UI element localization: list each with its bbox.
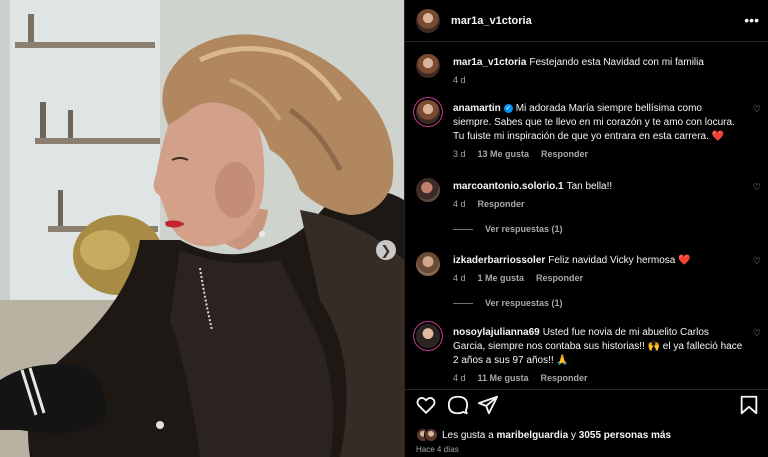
- comment-time[interactable]: 4 d: [453, 371, 466, 385]
- more-horizontal-icon[interactable]: •••: [744, 12, 759, 28]
- like-comment-heart-icon[interactable]: ♡: [753, 104, 761, 115]
- comment-item: izkaderbarriossoler Feliz navidad Vicky h…: [416, 252, 761, 288]
- view-replies-button[interactable]: Ver respuestas (1): [453, 298, 563, 308]
- comment-time[interactable]: 4 d: [453, 271, 466, 285]
- liker-avatar: [424, 428, 438, 442]
- like-comment-heart-icon[interactable]: ♡: [753, 256, 761, 267]
- view-replies-label: Ver respuestas (1): [485, 224, 563, 234]
- commenter-avatar[interactable]: [416, 178, 440, 202]
- reply-button[interactable]: Responder: [541, 147, 588, 161]
- instagram-post-view: ❯ mar1a_v1ctoria ••• mar1a_v1ctoria Feste…: [0, 0, 768, 457]
- comment-text: Feliz navidad Vicky hermosa: [548, 255, 676, 266]
- commenter-avatar[interactable]: [416, 252, 440, 276]
- likes-count[interactable]: 3055 personas más: [579, 430, 671, 441]
- comment-username[interactable]: izkaderbarriossoler: [453, 255, 545, 266]
- bookmark-icon[interactable]: [738, 394, 760, 416]
- raising-hands-emoji: 🙌: [647, 341, 660, 352]
- comment-item: anamartin ✓ Mi adorada María siempre bellí…: [416, 100, 761, 170]
- chevron-right-icon: ❯: [380, 242, 392, 258]
- reply-button[interactable]: Responder: [536, 271, 583, 285]
- view-replies-label: Ver respuestas (1): [485, 298, 563, 308]
- like-comment-heart-icon[interactable]: ♡: [753, 182, 761, 193]
- comment-likes-count[interactable]: 13 Me gusta: [478, 147, 530, 161]
- comment-likes-count[interactable]: 1 Me gusta: [478, 271, 525, 285]
- likes-prefix: Les gusta a: [442, 429, 494, 441]
- folded-hands-emoji: 🙏: [556, 355, 569, 366]
- next-photo-button[interactable]: ❯: [376, 240, 396, 260]
- author-avatar[interactable]: [416, 8, 440, 33]
- post-side-panel: mar1a_v1ctoria ••• mar1a_v1ctoria Festeja…: [404, 0, 768, 457]
- post-image: [0, 0, 404, 457]
- caption-item: mar1a_v1ctoria Festejando esta Navidad co…: [416, 54, 761, 90]
- likes-summary[interactable]: Les gusta a maribelguardia y 3055 person…: [416, 428, 671, 442]
- reply-button[interactable]: Responder: [541, 371, 588, 385]
- likes-connector: y: [570, 429, 576, 441]
- send-icon[interactable]: [477, 394, 499, 416]
- comment-icon[interactable]: [447, 394, 469, 416]
- comment-item: marcoantonio.solorio.1 Tan bella!! 4 d Re…: [416, 178, 761, 214]
- like-comment-heart-icon[interactable]: ♡: [753, 328, 761, 339]
- comment-item: nosoylajulianna69 Usted fue novia de mi a…: [416, 324, 761, 384]
- comment-time[interactable]: 4 d: [453, 197, 466, 211]
- divider: [453, 228, 473, 230]
- reply-button[interactable]: Responder: [478, 197, 525, 211]
- caption-username[interactable]: mar1a_v1ctoria: [453, 57, 526, 68]
- commenter-avatar[interactable]: [416, 100, 440, 124]
- comment-time[interactable]: 3 d: [453, 147, 466, 161]
- post-actions: Les gusta a maribelguardia y 3055 person…: [405, 389, 768, 457]
- comment-username[interactable]: marcoantonio.solorio.1: [453, 181, 564, 192]
- caption-text: Festejando esta Navidad con mi familia: [529, 57, 704, 68]
- author-avatar[interactable]: [416, 54, 440, 78]
- comment-likes-count[interactable]: 11 Me gusta: [478, 371, 529, 385]
- heart-icon[interactable]: [415, 394, 437, 416]
- comment-username[interactable]: anamartin: [453, 103, 501, 114]
- comment-text: Tan bella!!: [566, 181, 613, 192]
- post-photo: ❯: [0, 0, 404, 457]
- comment-username[interactable]: nosoylajulianna69: [453, 327, 540, 338]
- view-replies-button[interactable]: Ver respuestas (1): [453, 224, 563, 234]
- red-heart-emoji: ❤️: [678, 255, 691, 266]
- divider: [453, 302, 473, 304]
- post-time-ago[interactable]: Hace 4 días: [416, 445, 459, 454]
- comments-list[interactable]: mar1a_v1ctoria Festejando esta Navidad co…: [405, 42, 768, 392]
- verified-badge-icon: ✓: [503, 104, 513, 113]
- author-username[interactable]: mar1a_v1ctoria: [451, 15, 532, 27]
- liker-username[interactable]: maribelguardia: [497, 430, 569, 441]
- post-header: mar1a_v1ctoria •••: [405, 0, 768, 42]
- commenter-avatar[interactable]: [416, 324, 440, 348]
- caption-time[interactable]: 4 d: [453, 73, 466, 87]
- red-heart-emoji: ❤️: [711, 131, 725, 142]
- likes-text: Les gusta a maribelguardia y 3055 person…: [442, 430, 671, 441]
